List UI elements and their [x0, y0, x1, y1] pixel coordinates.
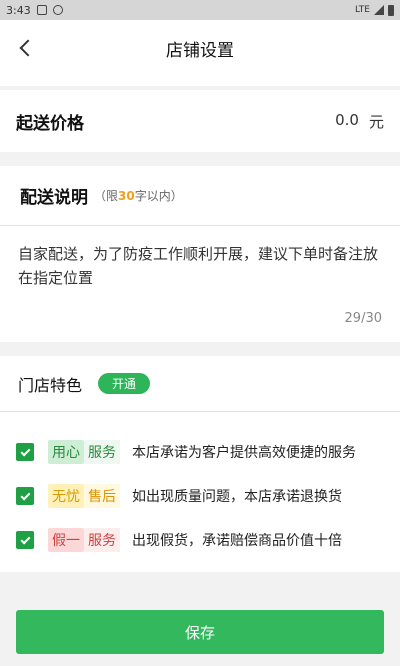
feature-tag: 无忧 售后: [48, 484, 120, 508]
delivery-note-header: 配送说明 （限30字以内）: [0, 166, 400, 226]
delivery-note-hint: （限30字以内）: [94, 187, 183, 204]
page-title: 店铺设置: [166, 40, 234, 61]
hint-limit: 30: [118, 189, 135, 203]
feature-item-after-sales[interactable]: 无忧 售后 如出现质量问题，本店承诺退换货: [0, 474, 400, 518]
tag-part-a: 假一: [48, 528, 84, 552]
do-not-disturb-icon: [52, 5, 63, 15]
delivery-note-text[interactable]: 自家配送，为了防疫工作顺利开展，建议下单时备注放在指定位置: [18, 242, 382, 290]
min-price-label: 起送价格: [16, 113, 84, 134]
status-time: 3:43: [6, 3, 31, 17]
min-price-row[interactable]: 起送价格 0.0 元: [0, 90, 400, 152]
app-header: 店铺设置: [0, 20, 400, 76]
hint-prefix: （限: [94, 189, 119, 203]
feature-description: 如出现质量问题，本店承诺退换货: [132, 489, 342, 505]
tag-part-b: 服务: [84, 440, 120, 464]
enabled-badge[interactable]: 开通: [98, 373, 151, 394]
tag-part-a: 无忧: [48, 484, 84, 508]
feature-tag: 假一 服务: [48, 528, 120, 552]
network-type: LTE: [355, 5, 370, 15]
min-price-value[interactable]: 0.0: [335, 111, 359, 132]
checkmark-icon: [20, 534, 30, 544]
store-features-list: 用心 服务 本店承诺为客户提供高效便捷的服务 无忧 售后 如出现质量问题，本店承诺退…: [0, 412, 400, 572]
delivery-note-textarea[interactable]: 自家配送，为了防疫工作顺利开展，建议下单时备注放在指定位置 29/30: [0, 226, 400, 342]
checkbox[interactable]: [16, 443, 34, 461]
feature-item-genuine-guarantee[interactable]: 假一 服务 出现假货，承诺赔偿商品价值十倍: [0, 518, 400, 562]
checkbox[interactable]: [16, 531, 34, 549]
hint-suffix: 字以内）: [134, 189, 183, 203]
signal-icon: [374, 5, 384, 15]
tag-part-a: 用心: [48, 440, 84, 464]
battery-icon: [388, 4, 394, 16]
min-price-value-group[interactable]: 0.0 元: [335, 111, 384, 132]
chevron-left-icon: [19, 39, 37, 57]
back-button[interactable]: [14, 36, 37, 60]
delivery-note-title: 配送说明: [20, 188, 88, 208]
feature-description: 本店承诺为客户提供高效便捷的服务: [132, 445, 356, 461]
feature-tag: 用心 服务: [48, 440, 120, 464]
save-button[interactable]: 保存: [16, 610, 384, 654]
checkmark-icon: [20, 490, 30, 500]
status-bar: 3:43 LTE: [0, 0, 400, 20]
tag-part-b: 服务: [84, 528, 120, 552]
char-counter: 29/30: [344, 311, 382, 326]
feature-description: 出现假货，承诺赔偿商品价值十倍: [132, 533, 342, 549]
store-features-title: 门店特色: [18, 375, 83, 395]
store-features-header: 门店特色 开通: [0, 356, 400, 412]
min-price-unit: 元: [368, 112, 384, 131]
feature-item-care-service[interactable]: 用心 服务 本店承诺为客户提供高效便捷的服务: [0, 430, 400, 474]
checkmark-icon: [20, 446, 30, 456]
sim-icon: [36, 5, 47, 15]
checkbox[interactable]: [16, 487, 34, 505]
tag-part-b: 售后: [84, 484, 120, 508]
spacer-strip: [0, 76, 400, 86]
